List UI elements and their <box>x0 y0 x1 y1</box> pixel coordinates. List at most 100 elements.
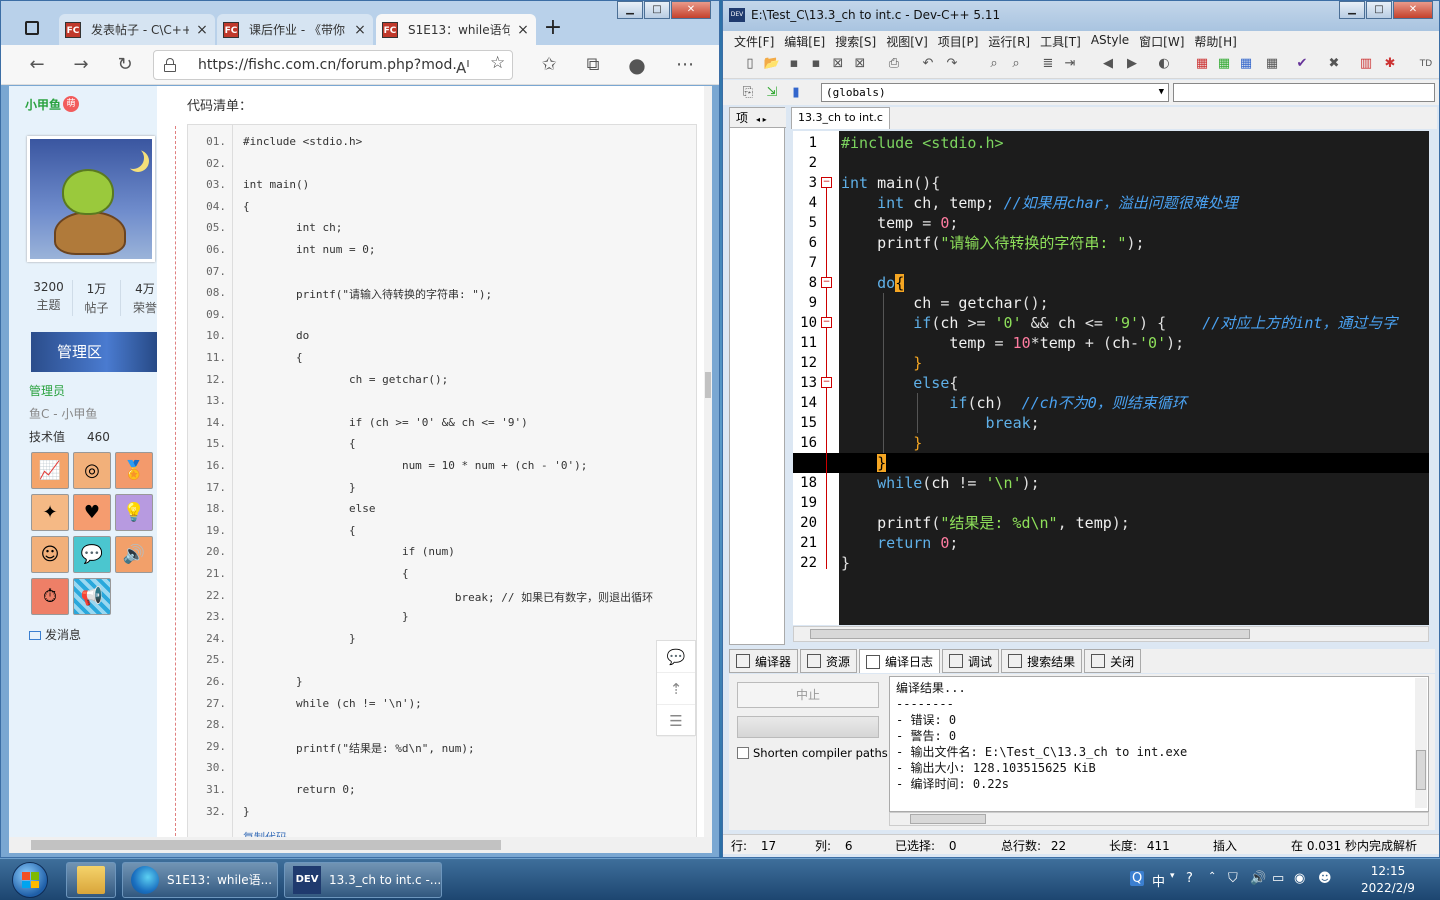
address-bar[interactable]: https://fishc.com.cn/forum.php?mod... Aı… <box>153 50 513 80</box>
clock[interactable]: 12:15 2022/2/9 <box>1352 863 1424 897</box>
medal-star-icon[interactable]: ✦ <box>31 494 69 531</box>
close-icon[interactable]: × <box>353 22 367 38</box>
back-icon[interactable]: ← <box>25 53 49 77</box>
tab-post[interactable]: FC 发表帖子 - C\C++ × <box>59 14 215 45</box>
profile-chart-icon[interactable]: ▥ <box>1357 55 1375 73</box>
bottom-tab[interactable]: 编译器 <box>729 649 799 673</box>
menu-item[interactable]: 项目[P] <box>933 31 984 51</box>
syntax-check-icon[interactable]: ✔ <box>1293 55 1311 73</box>
editor-horizontal-scrollbar[interactable] <box>793 626 1429 642</box>
edge-taskbar-button[interactable]: S1E13：while语... <box>122 862 278 898</box>
medal-chat-icon[interactable]: 💬 <box>73 536 111 573</box>
scroll-thumb[interactable] <box>1416 750 1426 790</box>
collections-icon[interactable]: ⧉ <box>581 53 605 77</box>
tab-scroll-icon[interactable]: ◂ ▸ <box>756 115 767 124</box>
stat-posts[interactable]: 1万 帖子 <box>73 280 121 316</box>
prev-bookmark-icon[interactable]: ◀ <box>1099 55 1117 73</box>
run-icon[interactable]: ▦ <box>1215 55 1233 73</box>
insert-icon[interactable]: ⇲ <box>763 84 781 102</box>
qq-icon[interactable]: ☻ <box>1318 871 1332 886</box>
shield-icon[interactable]: ⛉ <box>1228 871 1238 886</box>
comment-toggle-icon[interactable]: ◐ <box>1155 55 1173 73</box>
list-icon[interactable]: ☰ <box>657 705 695 737</box>
devcpp-app-icon[interactable]: DEV <box>729 8 745 22</box>
start-button[interactable] <box>4 859 58 900</box>
code-block[interactable]: 01. #include <stdio.h> 02. 03. int main() 04.… <box>187 124 697 838</box>
log-vertical-scrollbar[interactable] <box>1415 678 1427 808</box>
replace-icon[interactable]: ⌕ <box>1007 55 1025 73</box>
globals-dropdown[interactable]: (globals) ▼ <box>821 83 1169 102</box>
devcpp-taskbar-button[interactable]: DEV 13.3_ch to int.c -... <box>284 862 442 898</box>
save-icon[interactable]: ▪ <box>785 55 803 73</box>
medal-bulb-icon[interactable]: 💡 <box>115 494 153 531</box>
toggle-icon[interactable]: ▮ <box>787 84 805 102</box>
minimize-button[interactable]: ▁ <box>617 1 643 19</box>
menu-item[interactable]: 帮助[H] <box>1189 31 1241 51</box>
close-all-icon[interactable]: ⊠ <box>851 55 869 73</box>
show-hidden-icons[interactable]: ⌃ <box>1208 871 1216 882</box>
role-label[interactable]: 管理员 <box>29 382 65 399</box>
close-icon[interactable]: × <box>516 22 530 38</box>
explorer-taskbar-button[interactable] <box>66 862 116 898</box>
next-bookmark-icon[interactable]: ▶ <box>1123 55 1141 73</box>
scroll-thumb[interactable] <box>810 629 1250 639</box>
new-class-icon[interactable]: ⎘ <box>739 84 757 102</box>
stop-icon[interactable]: ✖ <box>1325 55 1343 73</box>
search-tray-icon[interactable]: Q <box>1130 871 1145 886</box>
fold-toggle-icon[interactable]: − <box>821 277 832 288</box>
new-tab-button[interactable]: + <box>539 15 567 43</box>
menu-item[interactable]: 搜索[S] <box>830 31 881 51</box>
bottom-tab[interactable]: 关闭 <box>1084 649 1142 673</box>
add-favorite-icon[interactable]: ☆ <box>490 53 505 73</box>
medal-clock-icon[interactable]: ⏱ <box>31 578 69 615</box>
goto-line-icon[interactable]: ⇥ <box>1061 55 1079 73</box>
page-vertical-scrollbar[interactable] <box>704 86 712 838</box>
menu-item[interactable]: AStyle <box>1086 31 1134 51</box>
ime-options-icon[interactable]: ▾ <box>1170 871 1175 881</box>
app-tray-icon[interactable]: ◉ <box>1294 871 1305 886</box>
menu-item[interactable]: 窗口[W] <box>1134 31 1189 51</box>
tab-file[interactable]: 13.3_ch to int.c <box>791 107 890 129</box>
redo-icon[interactable]: ↷ <box>943 55 961 73</box>
checkbox-box[interactable] <box>737 747 749 759</box>
close-file-icon[interactable]: ⊠ <box>829 55 847 73</box>
fold-toggle-icon[interactable]: − <box>821 177 832 188</box>
username[interactable]: 小甲鱼 <box>25 96 61 113</box>
medal-ring-icon[interactable]: ◎ <box>73 452 111 489</box>
refresh-icon[interactable]: ↻ <box>113 53 137 77</box>
profile-icon[interactable]: ● <box>625 53 649 77</box>
compile-run-icon[interactable]: ▦ <box>1237 55 1255 73</box>
tab-homework[interactable]: FC 课后作业 - 《带你 × <box>217 14 373 45</box>
forward-icon[interactable]: → <box>69 53 93 77</box>
medal-heart-icon[interactable]: ♥ <box>73 494 111 531</box>
maximize-button[interactable]: □ <box>644 1 670 19</box>
medal-sound-icon[interactable]: 🔊 <box>115 536 153 573</box>
scroll-thumb[interactable] <box>31 840 501 850</box>
save-all-icon[interactable]: ▪ <box>807 55 825 73</box>
compile-icon[interactable]: ▦ <box>1193 55 1211 73</box>
read-aloud-icon[interactable]: Aı <box>456 55 470 77</box>
fold-toggle-icon[interactable]: − <box>821 317 832 328</box>
favorites-icon[interactable]: ✩ <box>537 53 561 77</box>
close-icon[interactable]: × <box>195 22 209 38</box>
scroll-thumb[interactable] <box>910 814 986 824</box>
fold-toggle-icon[interactable]: − <box>821 377 832 388</box>
menu-item[interactable]: 工具[T] <box>1035 31 1086 51</box>
stat-topics[interactable]: 3200 主题 <box>25 280 73 316</box>
project-tab[interactable]: 项 ◂ ▸ <box>730 108 786 128</box>
medal-award-icon[interactable]: 🏅 <box>115 452 153 489</box>
back-to-top-icon[interactable]: ⇡ <box>657 673 695 705</box>
avatar[interactable] <box>27 136 155 262</box>
medal-up-icon[interactable]: 📈 <box>31 452 69 489</box>
menu-item[interactable]: 编辑[E] <box>779 31 830 51</box>
shorten-paths-checkbox[interactable]: Shorten compiler paths <box>737 746 888 760</box>
print-icon[interactable]: ⎙ <box>885 55 903 73</box>
new-file-icon[interactable]: ▯ <box>741 55 759 73</box>
stop-button[interactable]: 中止 <box>737 682 879 708</box>
minimize-button[interactable]: ▁ <box>1339 1 1365 19</box>
volume-icon[interactable]: 🔊 <box>1250 871 1266 886</box>
network-icon[interactable]: ▭ <box>1272 871 1284 886</box>
indent-icon[interactable]: ≣ <box>1039 55 1057 73</box>
medal-face-icon[interactable]: ☺ <box>31 536 69 573</box>
medal-speaker-icon[interactable]: 📢 <box>73 578 111 615</box>
